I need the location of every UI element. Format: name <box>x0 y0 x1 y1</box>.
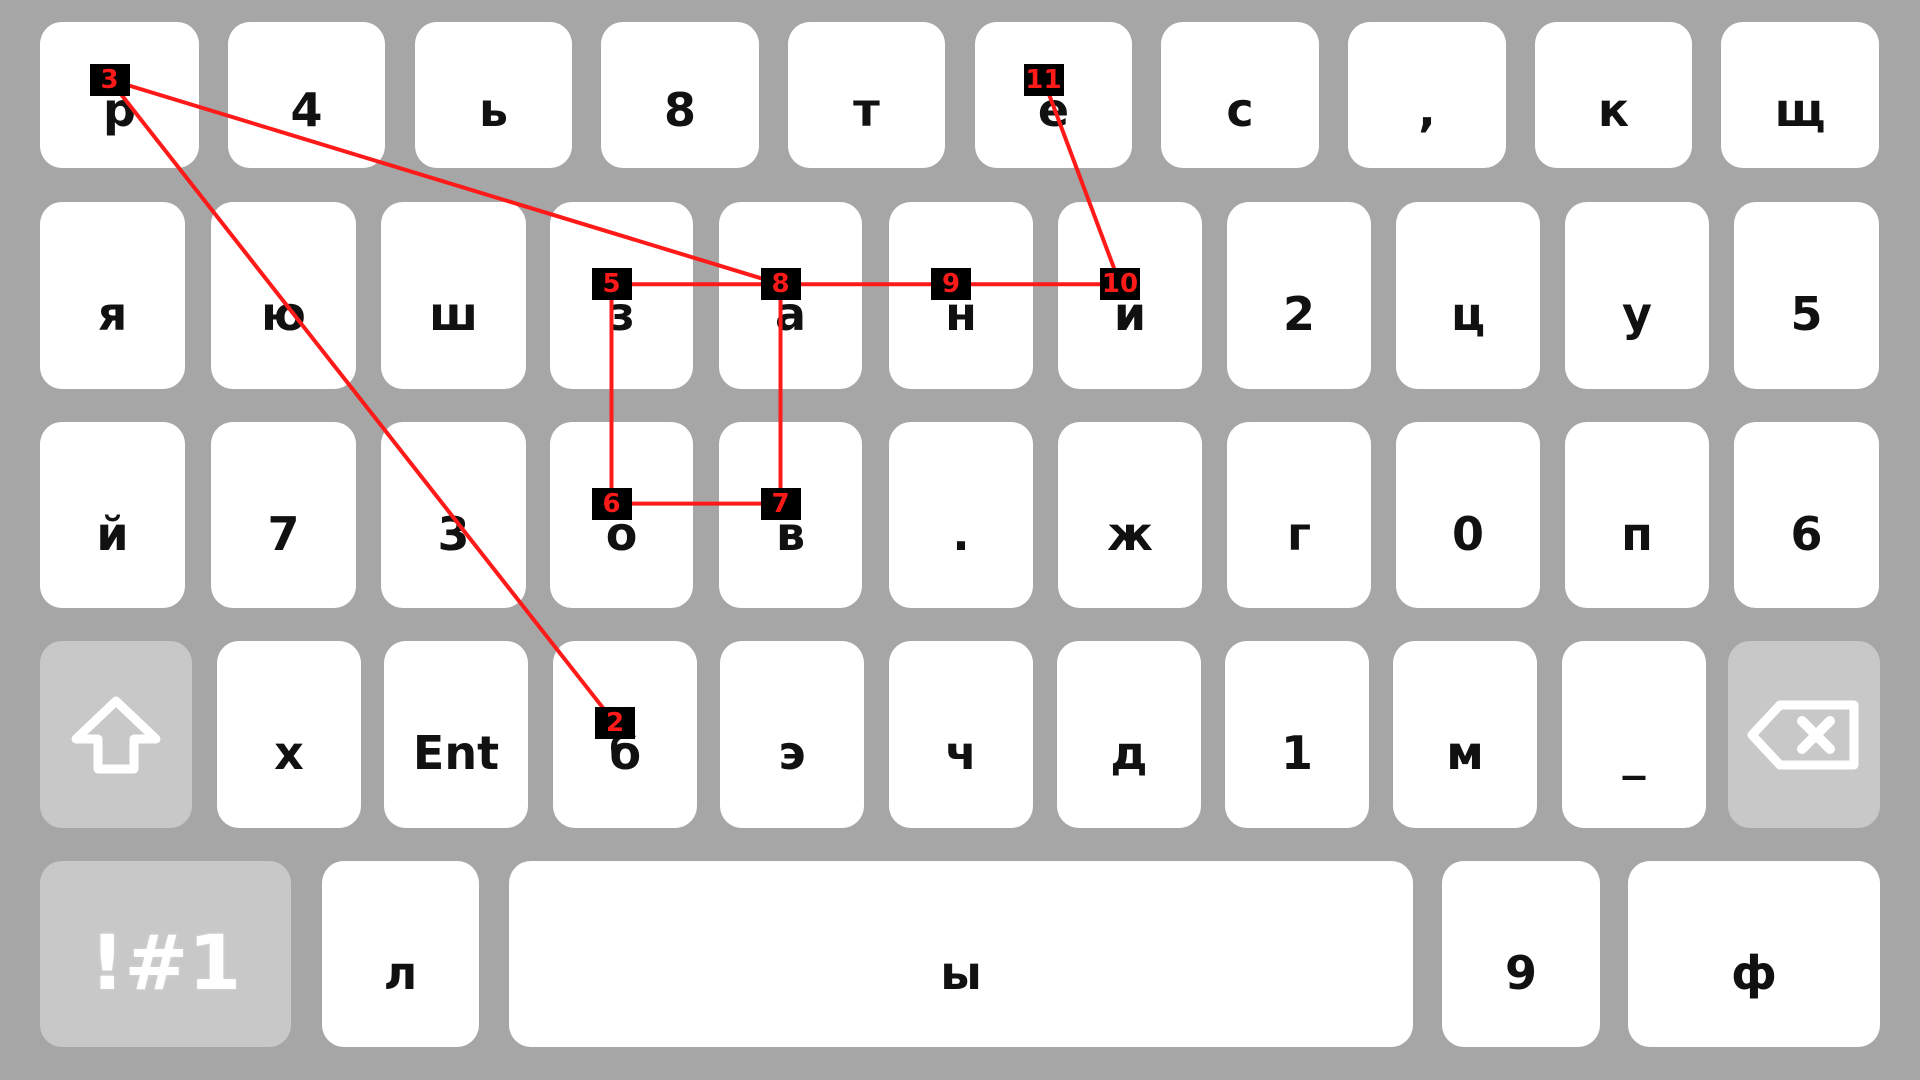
key-label: ш <box>429 287 478 342</box>
key-1[interactable]: 1 <box>1225 641 1369 828</box>
key-label: д <box>1110 726 1148 781</box>
key-soft[interactable]: ь <box>415 22 572 168</box>
swipe-point-marker: 7 <box>760 487 801 520</box>
key-label: г <box>1286 506 1312 561</box>
key-label: э <box>778 726 806 781</box>
key-enter[interactable]: Ent <box>384 641 528 828</box>
key-label: 6 <box>1790 506 1823 561</box>
swipe-point-marker: 5 <box>591 268 632 301</box>
key-9[interactable]: 9 <box>1442 861 1600 1047</box>
swipe-point-marker: 8 <box>760 268 801 301</box>
key-label: с <box>1226 82 1254 137</box>
key-iy[interactable]: й <box>40 422 185 608</box>
swipe-point-marker: 3 <box>89 63 130 96</box>
swipe-point-marker: 10 <box>1100 268 1140 301</box>
key-comma[interactable]: , <box>1348 22 1506 168</box>
key-period[interactable]: . <box>889 422 1033 608</box>
key-label: й <box>96 506 129 561</box>
keyboard: р 4 ь 8 т е с, к щ я ю ш з а н и 2 ц у 5 й 7 3 о в. ж г 0 п 6 х Ent б э ч д… <box>0 0 1920 1080</box>
key-shift[interactable] <box>40 641 192 828</box>
key-label: , <box>1418 82 1436 137</box>
key-g[interactable]: г <box>1227 422 1371 608</box>
key-k[interactable]: к <box>1535 22 1692 168</box>
key-ch[interactable]: ч <box>889 641 1033 828</box>
key-7[interactable]: 7 <box>211 422 356 608</box>
key-5[interactable]: 5 <box>1734 202 1879 389</box>
key-p[interactable]: п <box>1565 422 1709 608</box>
swipe-point-marker: 6 <box>591 487 632 520</box>
key-u[interactable]: у <box>1565 202 1709 389</box>
key-label: ж <box>1107 506 1153 561</box>
key-label: 0 <box>1451 506 1484 561</box>
key-4[interactable]: 4 <box>228 22 385 168</box>
key-label: м <box>1446 726 1484 781</box>
key-label: 9 <box>1504 945 1537 1000</box>
key-label: к <box>1597 82 1630 137</box>
key-sh[interactable]: ш <box>381 202 526 389</box>
key-label: ц <box>1450 287 1486 342</box>
key-backspace[interactable] <box>1728 641 1880 828</box>
key-label: п <box>1621 506 1653 561</box>
key-label: ы <box>940 945 982 1000</box>
key-label: 3 <box>437 506 470 561</box>
key-label: у <box>1622 287 1652 342</box>
key-label: л <box>383 945 418 1000</box>
key-label: х <box>274 726 304 781</box>
key-6[interactable]: 6 <box>1734 422 1879 608</box>
swipe-point-marker: 9 <box>931 268 971 301</box>
key-label: Ent <box>412 726 500 781</box>
key-t[interactable]: т <box>788 22 945 168</box>
key-label: 4 <box>290 82 323 137</box>
key-underscore[interactable]: _ <box>1562 641 1706 828</box>
key-8[interactable]: 8 <box>601 22 759 168</box>
key-symbols[interactable]: !#1 <box>40 861 291 1047</box>
key-label: 1 <box>1280 726 1313 781</box>
key-kh[interactable]: х <box>217 641 361 828</box>
key-label: . <box>952 506 970 561</box>
key-label: ч <box>945 726 977 781</box>
key-s[interactable]: с <box>1161 22 1319 168</box>
key-label: я <box>97 287 128 342</box>
key-label: _ <box>1622 726 1646 781</box>
key-label: ф <box>1731 945 1777 1000</box>
key-label: 2 <box>1282 287 1315 342</box>
key-0[interactable]: 0 <box>1396 422 1540 608</box>
key-label: 8 <box>663 82 696 137</box>
key-yu[interactable]: ю <box>211 202 356 389</box>
key-label: ь <box>478 82 509 137</box>
key-d[interactable]: д <box>1057 641 1201 828</box>
swipe-point-marker: 11 <box>1023 63 1064 96</box>
key-2[interactable]: 2 <box>1227 202 1371 389</box>
key-label: 7 <box>267 506 300 561</box>
key-label: т <box>853 82 880 137</box>
key-f[interactable]: ф <box>1628 861 1880 1047</box>
swipe-point-marker: 2 <box>595 707 635 740</box>
key-space[interactable]: ы <box>509 861 1413 1047</box>
key-label: 5 <box>1790 287 1823 342</box>
key-l[interactable]: л <box>322 861 479 1047</box>
key-ya[interactable]: я <box>40 202 185 389</box>
key-m[interactable]: м <box>1393 641 1537 828</box>
key-label: ю <box>261 287 306 342</box>
key-ee[interactable]: э <box>720 641 864 828</box>
key-zh[interactable]: ж <box>1058 422 1202 608</box>
key-3[interactable]: 3 <box>381 422 526 608</box>
key-label: щ <box>1774 82 1826 137</box>
key-shch[interactable]: щ <box>1721 22 1879 168</box>
key-label: !#1 <box>89 918 242 1008</box>
key-ts[interactable]: ц <box>1396 202 1540 389</box>
